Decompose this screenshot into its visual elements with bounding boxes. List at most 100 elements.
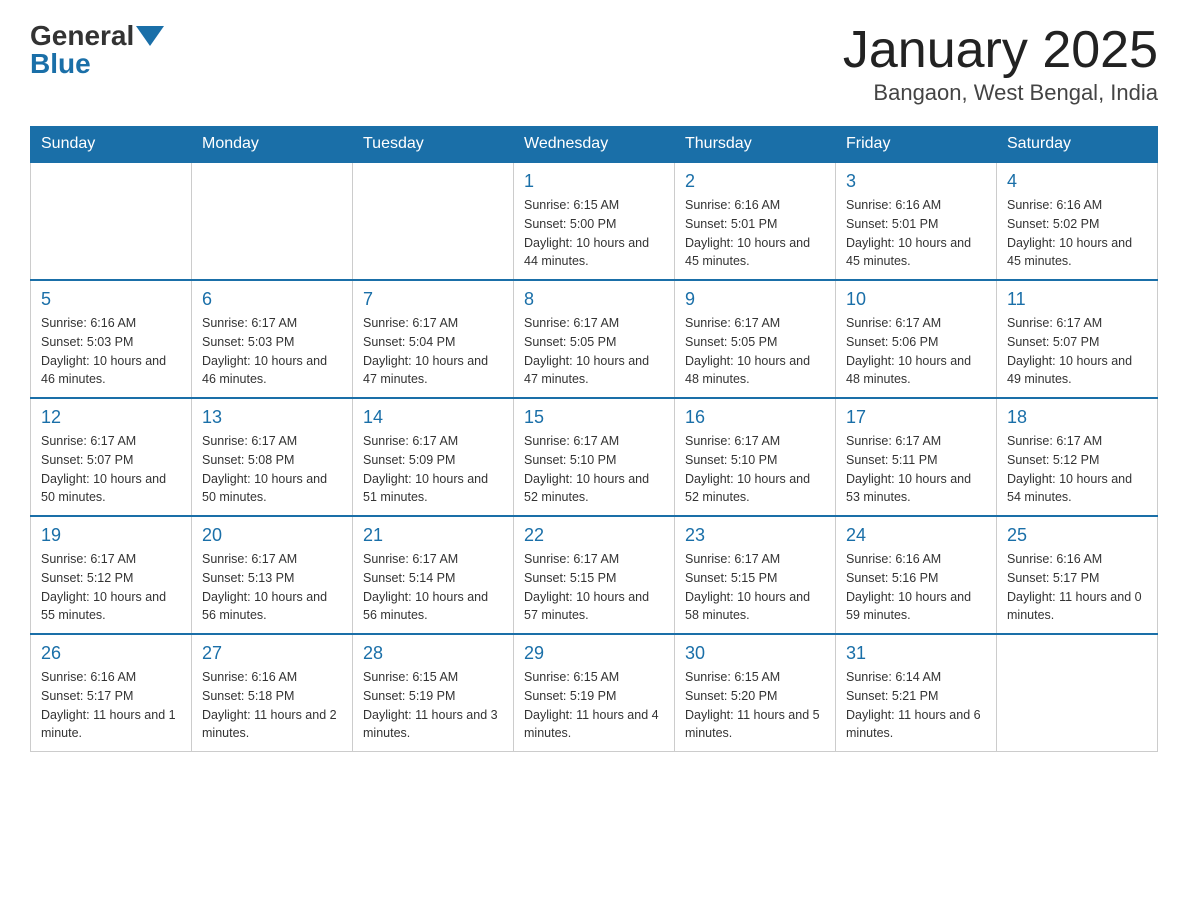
day-number-17: 17 — [846, 407, 986, 428]
day-cell-18: 18 Sunrise: 6:17 AM Sunset: 5:12 PM Dayli… — [997, 398, 1158, 516]
day-cell-17: 17Sunrise: 6:17 AM Sunset: 5:11 PM Dayli… — [836, 398, 997, 516]
title-section: January 2025 Bangaon, West Bengal, India — [843, 20, 1158, 106]
day-number-16: 16 — [685, 407, 825, 428]
day-info-12: Sunrise: 6:17 AM Sunset: 5:07 PM Dayligh… — [41, 432, 181, 507]
day-info-6: Sunrise: 6:17 AM Sunset: 5:03 PM Dayligh… — [202, 314, 342, 389]
week-row-5: 26Sunrise: 6:16 AM Sunset: 5:17 PM Dayli… — [31, 634, 1158, 752]
day-info-18: Sunrise: 6:17 AM Sunset: 5:12 PM Dayligh… — [1007, 432, 1147, 507]
weekday-header-tuesday: Tuesday — [353, 127, 514, 163]
day-number-9: 9 — [685, 289, 825, 310]
day-number-15: 15 — [524, 407, 664, 428]
empty-cell — [192, 162, 353, 280]
day-cell-29: 29 Sunrise: 6:15 AM Sunset: 5:19 PM Dayli… — [514, 634, 675, 752]
day-cell-10: 10 Sunrise: 6:17 AM Sunset: 5:06 PM Dayli… — [836, 280, 997, 398]
day-cell-14: 14Sunrise: 6:17 AM Sunset: 5:09 PM Dayli… — [353, 398, 514, 516]
logo-triangle-icon — [136, 26, 164, 46]
day-number-24: 24 — [846, 525, 986, 546]
day-cell-23: 23 Sunrise: 6:17 AM Sunset: 5:15 PM Dayli… — [675, 516, 836, 634]
day-info-11: Sunrise: 6:17 AM Sunset: 5:07 PM Dayligh… — [1007, 314, 1147, 389]
day-cell-28: 28 Sunrise: 6:15 AM Sunset: 5:19 PM Dayli… — [353, 634, 514, 752]
page-header: General Blue January 2025 Bangaon, West … — [30, 20, 1158, 106]
day-number-1: 1 — [524, 171, 664, 192]
day-info-29: Sunrise: 6:15 AM Sunset: 5:19 PM Dayligh… — [524, 668, 664, 743]
week-row-2: 5 Sunrise: 6:16 AM Sunset: 5:03 PM Daylig… — [31, 280, 1158, 398]
day-number-13: 13 — [202, 407, 342, 428]
day-number-8: 8 — [524, 289, 664, 310]
day-cell-7: 7 Sunrise: 6:17 AM Sunset: 5:04 PM Daylig… — [353, 280, 514, 398]
day-number-31: 31 — [846, 643, 986, 664]
day-info-10: Sunrise: 6:17 AM Sunset: 5:06 PM Dayligh… — [846, 314, 986, 389]
day-number-30: 30 — [685, 643, 825, 664]
day-cell-13: 13 Sunrise: 6:17 AM Sunset: 5:08 PM Dayli… — [192, 398, 353, 516]
weekday-header-thursday: Thursday — [675, 127, 836, 163]
day-cell-21: 21 Sunrise: 6:17 AM Sunset: 5:14 PM Dayli… — [353, 516, 514, 634]
day-number-23: 23 — [685, 525, 825, 546]
day-info-27: Sunrise: 6:16 AM Sunset: 5:18 PM Dayligh… — [202, 668, 342, 743]
day-number-3: 3 — [846, 171, 986, 192]
day-info-4: Sunrise: 6:16 AM Sunset: 5:02 PM Dayligh… — [1007, 196, 1147, 271]
day-cell-19: 19Sunrise: 6:17 AM Sunset: 5:12 PM Dayli… — [31, 516, 192, 634]
day-info-8: Sunrise: 6:17 AM Sunset: 5:05 PM Dayligh… — [524, 314, 664, 389]
day-info-25: Sunrise: 6:16 AM Sunset: 5:17 PM Dayligh… — [1007, 550, 1147, 625]
calendar-table: SundayMondayTuesdayWednesdayThursdayFrid… — [30, 126, 1158, 752]
weekday-header-friday: Friday — [836, 127, 997, 163]
weekday-header-monday: Monday — [192, 127, 353, 163]
day-info-9: Sunrise: 6:17 AM Sunset: 5:05 PM Dayligh… — [685, 314, 825, 389]
day-number-12: 12 — [41, 407, 181, 428]
day-number-20: 20 — [202, 525, 342, 546]
weekday-header-saturday: Saturday — [997, 127, 1158, 163]
day-info-5: Sunrise: 6:16 AM Sunset: 5:03 PM Dayligh… — [41, 314, 181, 389]
day-info-28: Sunrise: 6:15 AM Sunset: 5:19 PM Dayligh… — [363, 668, 503, 743]
day-cell-16: 16 Sunrise: 6:17 AM Sunset: 5:10 PM Dayli… — [675, 398, 836, 516]
day-number-10: 10 — [846, 289, 986, 310]
day-number-22: 22 — [524, 525, 664, 546]
logo-blue-text: Blue — [30, 48, 91, 80]
day-info-13: Sunrise: 6:17 AM Sunset: 5:08 PM Dayligh… — [202, 432, 342, 507]
day-cell-11: 11 Sunrise: 6:17 AM Sunset: 5:07 PM Dayli… — [997, 280, 1158, 398]
empty-cell — [997, 634, 1158, 752]
day-info-20: Sunrise: 6:17 AM Sunset: 5:13 PM Dayligh… — [202, 550, 342, 625]
day-cell-9: 9 Sunrise: 6:17 AM Sunset: 5:05 PM Daylig… — [675, 280, 836, 398]
day-cell-22: 22Sunrise: 6:17 AM Sunset: 5:15 PM Dayli… — [514, 516, 675, 634]
day-number-25: 25 — [1007, 525, 1147, 546]
day-info-15: Sunrise: 6:17 AM Sunset: 5:10 PM Dayligh… — [524, 432, 664, 507]
day-number-7: 7 — [363, 289, 503, 310]
day-cell-15: 15 Sunrise: 6:17 AM Sunset: 5:10 PM Dayli… — [514, 398, 675, 516]
weekday-header-row: SundayMondayTuesdayWednesdayThursdayFrid… — [31, 127, 1158, 163]
day-info-23: Sunrise: 6:17 AM Sunset: 5:15 PM Dayligh… — [685, 550, 825, 625]
day-cell-8: 8 Sunrise: 6:17 AM Sunset: 5:05 PM Daylig… — [514, 280, 675, 398]
day-number-29: 29 — [524, 643, 664, 664]
day-number-5: 5 — [41, 289, 181, 310]
empty-cell — [31, 162, 192, 280]
day-info-1: Sunrise: 6:15 AM Sunset: 5:00 PM Dayligh… — [524, 196, 664, 271]
day-info-16: Sunrise: 6:17 AM Sunset: 5:10 PM Dayligh… — [685, 432, 825, 507]
day-info-30: Sunrise: 6:15 AM Sunset: 5:20 PM Dayligh… — [685, 668, 825, 743]
day-number-4: 4 — [1007, 171, 1147, 192]
day-cell-27: 27 Sunrise: 6:16 AM Sunset: 5:18 PM Dayli… — [192, 634, 353, 752]
day-info-31: Sunrise: 6:14 AM Sunset: 5:21 PM Dayligh… — [846, 668, 986, 743]
day-info-21: Sunrise: 6:17 AM Sunset: 5:14 PM Dayligh… — [363, 550, 503, 625]
day-number-28: 28 — [363, 643, 503, 664]
day-number-2: 2 — [685, 171, 825, 192]
day-cell-20: 20 Sunrise: 6:17 AM Sunset: 5:13 PM Dayli… — [192, 516, 353, 634]
day-cell-3: 3Sunrise: 6:16 AM Sunset: 5:01 PM Daylig… — [836, 162, 997, 280]
day-cell-31: 31 Sunrise: 6:14 AM Sunset: 5:21 PM Dayli… — [836, 634, 997, 752]
day-info-7: Sunrise: 6:17 AM Sunset: 5:04 PM Dayligh… — [363, 314, 503, 389]
week-row-3: 12 Sunrise: 6:17 AM Sunset: 5:07 PM Dayli… — [31, 398, 1158, 516]
day-number-19: 19 — [41, 525, 181, 546]
day-cell-24: 24Sunrise: 6:16 AM Sunset: 5:16 PM Dayli… — [836, 516, 997, 634]
day-cell-12: 12 Sunrise: 6:17 AM Sunset: 5:07 PM Dayli… — [31, 398, 192, 516]
day-cell-25: 25 Sunrise: 6:16 AM Sunset: 5:17 PM Dayli… — [997, 516, 1158, 634]
day-number-6: 6 — [202, 289, 342, 310]
day-number-11: 11 — [1007, 289, 1147, 310]
calendar-title: January 2025 — [843, 20, 1158, 80]
empty-cell — [353, 162, 514, 280]
day-number-18: 18 — [1007, 407, 1147, 428]
logo: General Blue — [30, 20, 164, 80]
day-number-26: 26 — [41, 643, 181, 664]
day-cell-1: 1 Sunrise: 6:15 AM Sunset: 5:00 PM Daylig… — [514, 162, 675, 280]
day-number-27: 27 — [202, 643, 342, 664]
day-cell-6: 6 Sunrise: 6:17 AM Sunset: 5:03 PM Daylig… — [192, 280, 353, 398]
day-number-21: 21 — [363, 525, 503, 546]
calendar-subtitle: Bangaon, West Bengal, India — [843, 80, 1158, 106]
